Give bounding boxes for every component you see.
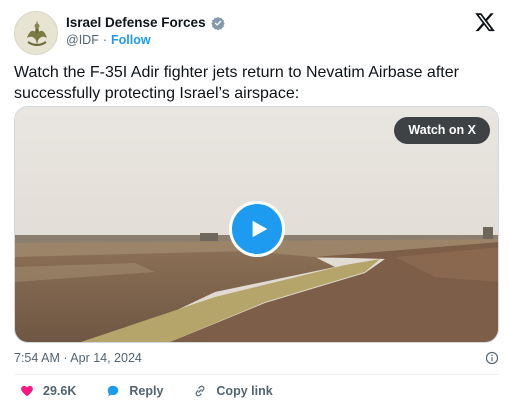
post-text: Watch the F-35I Adir fighter jets return…: [14, 64, 459, 102]
copy-link-label: Copy link: [216, 384, 273, 398]
author-handle[interactable]: @IDF: [66, 33, 99, 47]
verified-badge-icon: [210, 16, 225, 30]
post-timestamp[interactable]: 7:54 AM · Apr 14, 2024: [14, 351, 142, 365]
reply-bubble-icon: [108, 385, 119, 397]
reply-label: Reply: [129, 384, 164, 398]
divider: [14, 374, 499, 375]
like-button[interactable]: 29.6K: [20, 384, 76, 398]
follow-button[interactable]: Follow: [111, 33, 151, 47]
play-icon: [252, 220, 268, 238]
separator-dot: ·: [102, 33, 107, 47]
author-name[interactable]: Israel Defense Forces: [66, 15, 206, 30]
reply-button[interactable]: Reply: [106, 384, 163, 398]
action-bar: 29.6K Reply Copy link: [20, 383, 303, 399]
copy-link-button[interactable]: Copy link: [193, 384, 273, 398]
play-button[interactable]: [229, 201, 285, 257]
heart-icon: [21, 385, 33, 397]
like-count: 29.6K: [43, 384, 77, 398]
link-icon: [195, 385, 205, 397]
watch-on-x-button[interactable]: Watch on X: [394, 117, 490, 144]
embedded-post-card: Israel Defense Forces @IDF · Follow Watc…: [0, 0, 509, 403]
author-avatar[interactable]: [14, 11, 58, 55]
idf-emblem-icon: [15, 12, 57, 54]
x-logo-icon[interactable]: [474, 11, 496, 33]
info-icon[interactable]: [485, 351, 499, 365]
video-player[interactable]: Watch on X: [14, 106, 499, 343]
